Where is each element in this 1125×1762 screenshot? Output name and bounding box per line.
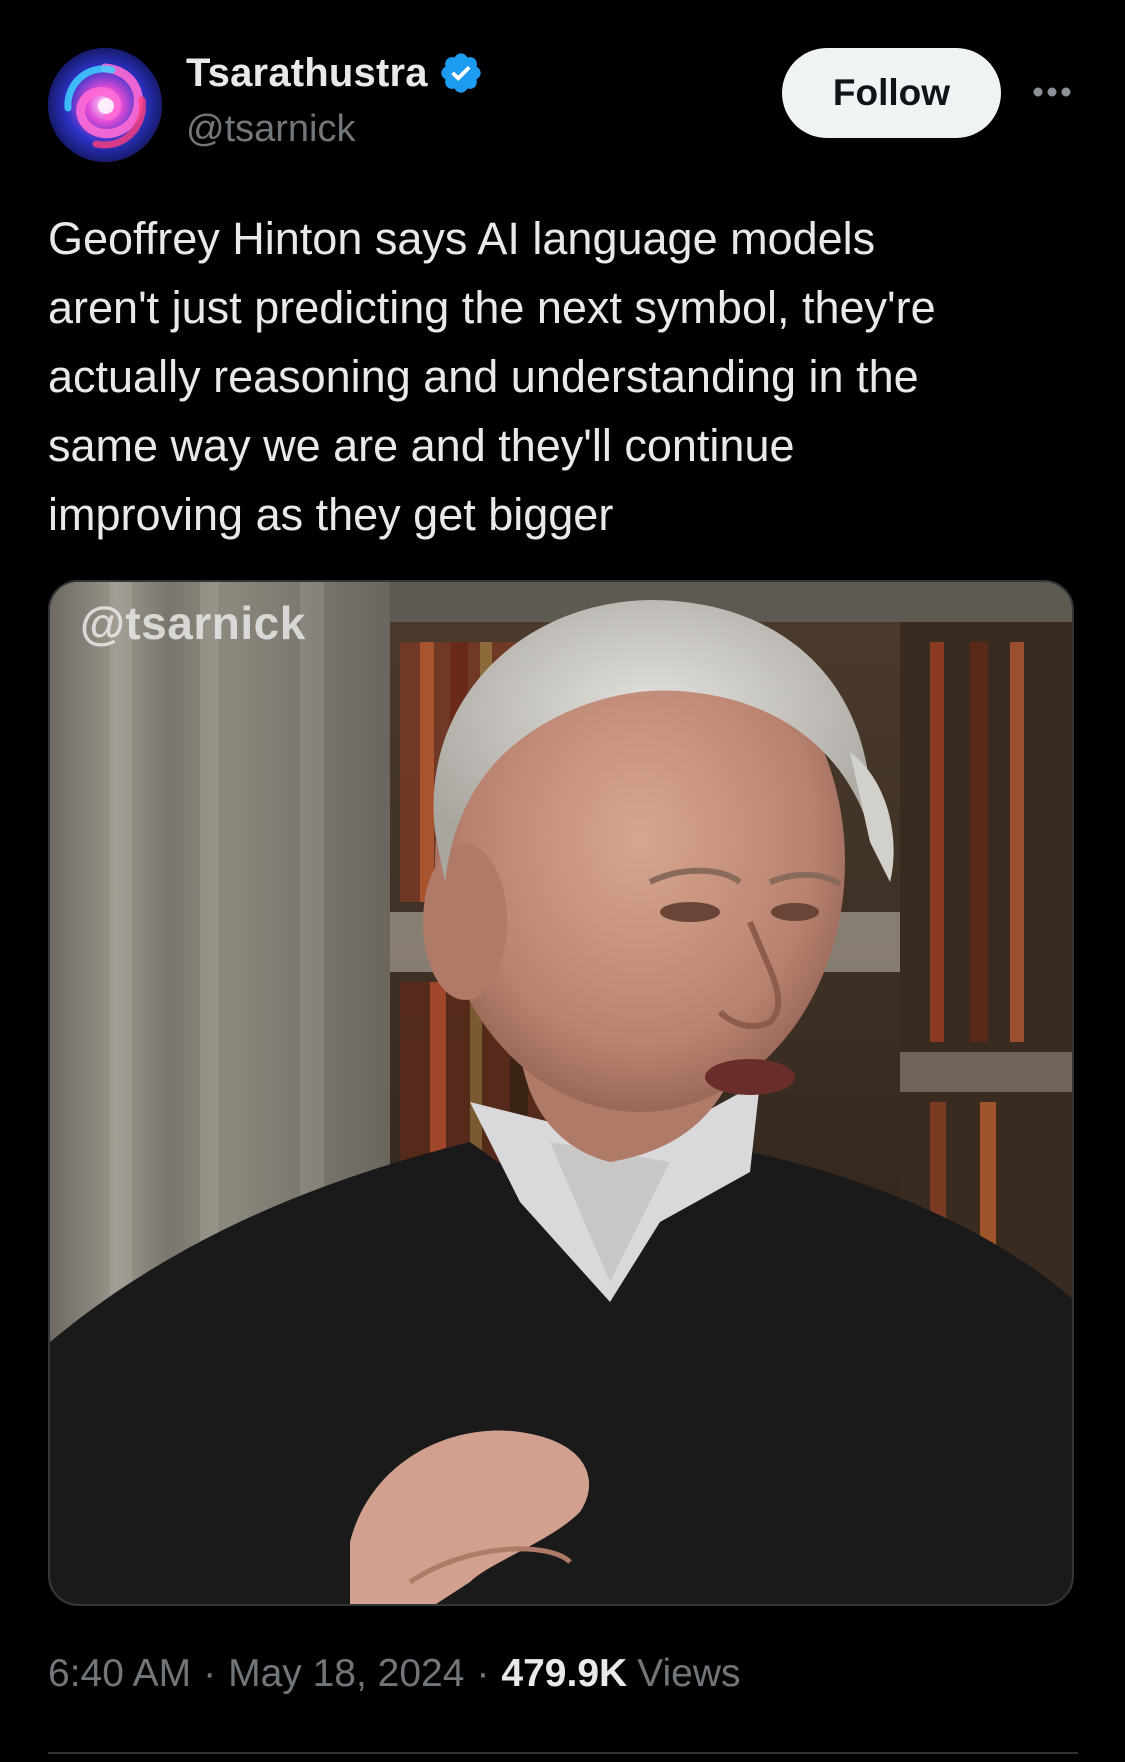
tweet-text: Geoffrey Hinton says AI language models …: [48, 213, 936, 540]
more-options-button[interactable]: [1028, 72, 1076, 112]
author-display-name[interactable]: Tsarathustra: [186, 51, 428, 96]
meta-separator: ·: [203, 1652, 217, 1695]
tweet: Tsarathustra @tsarnick Follow Geoffrey H…: [0, 0, 1125, 1762]
tweet-meta: 6:40 AM · May 18, 2024 · 479.9K Views: [48, 1652, 741, 1696]
verified-badge-icon: [441, 53, 481, 93]
media-watermark: @tsarnick: [80, 597, 306, 649]
video-frame-image: [50, 582, 1072, 1604]
author-handle[interactable]: @tsarnick: [186, 108, 356, 151]
views-count[interactable]: 479.9K: [501, 1652, 627, 1696]
tweet-time[interactable]: 6:40 AM: [48, 1652, 191, 1696]
tweet-media-video[interactable]: @tsarnick: [48, 580, 1074, 1606]
divider: [48, 1752, 1078, 1754]
follow-button[interactable]: Follow: [782, 48, 1001, 138]
tweet-date[interactable]: May 18, 2024: [228, 1652, 464, 1696]
meta-separator: ·: [476, 1652, 490, 1695]
swirl-avatar-icon: [48, 48, 162, 162]
views-label: Views: [637, 1652, 741, 1695]
author-name-row[interactable]: Tsarathustra: [186, 50, 484, 96]
author-avatar[interactable]: [48, 48, 162, 162]
ellipsis-icon: [1033, 87, 1071, 97]
